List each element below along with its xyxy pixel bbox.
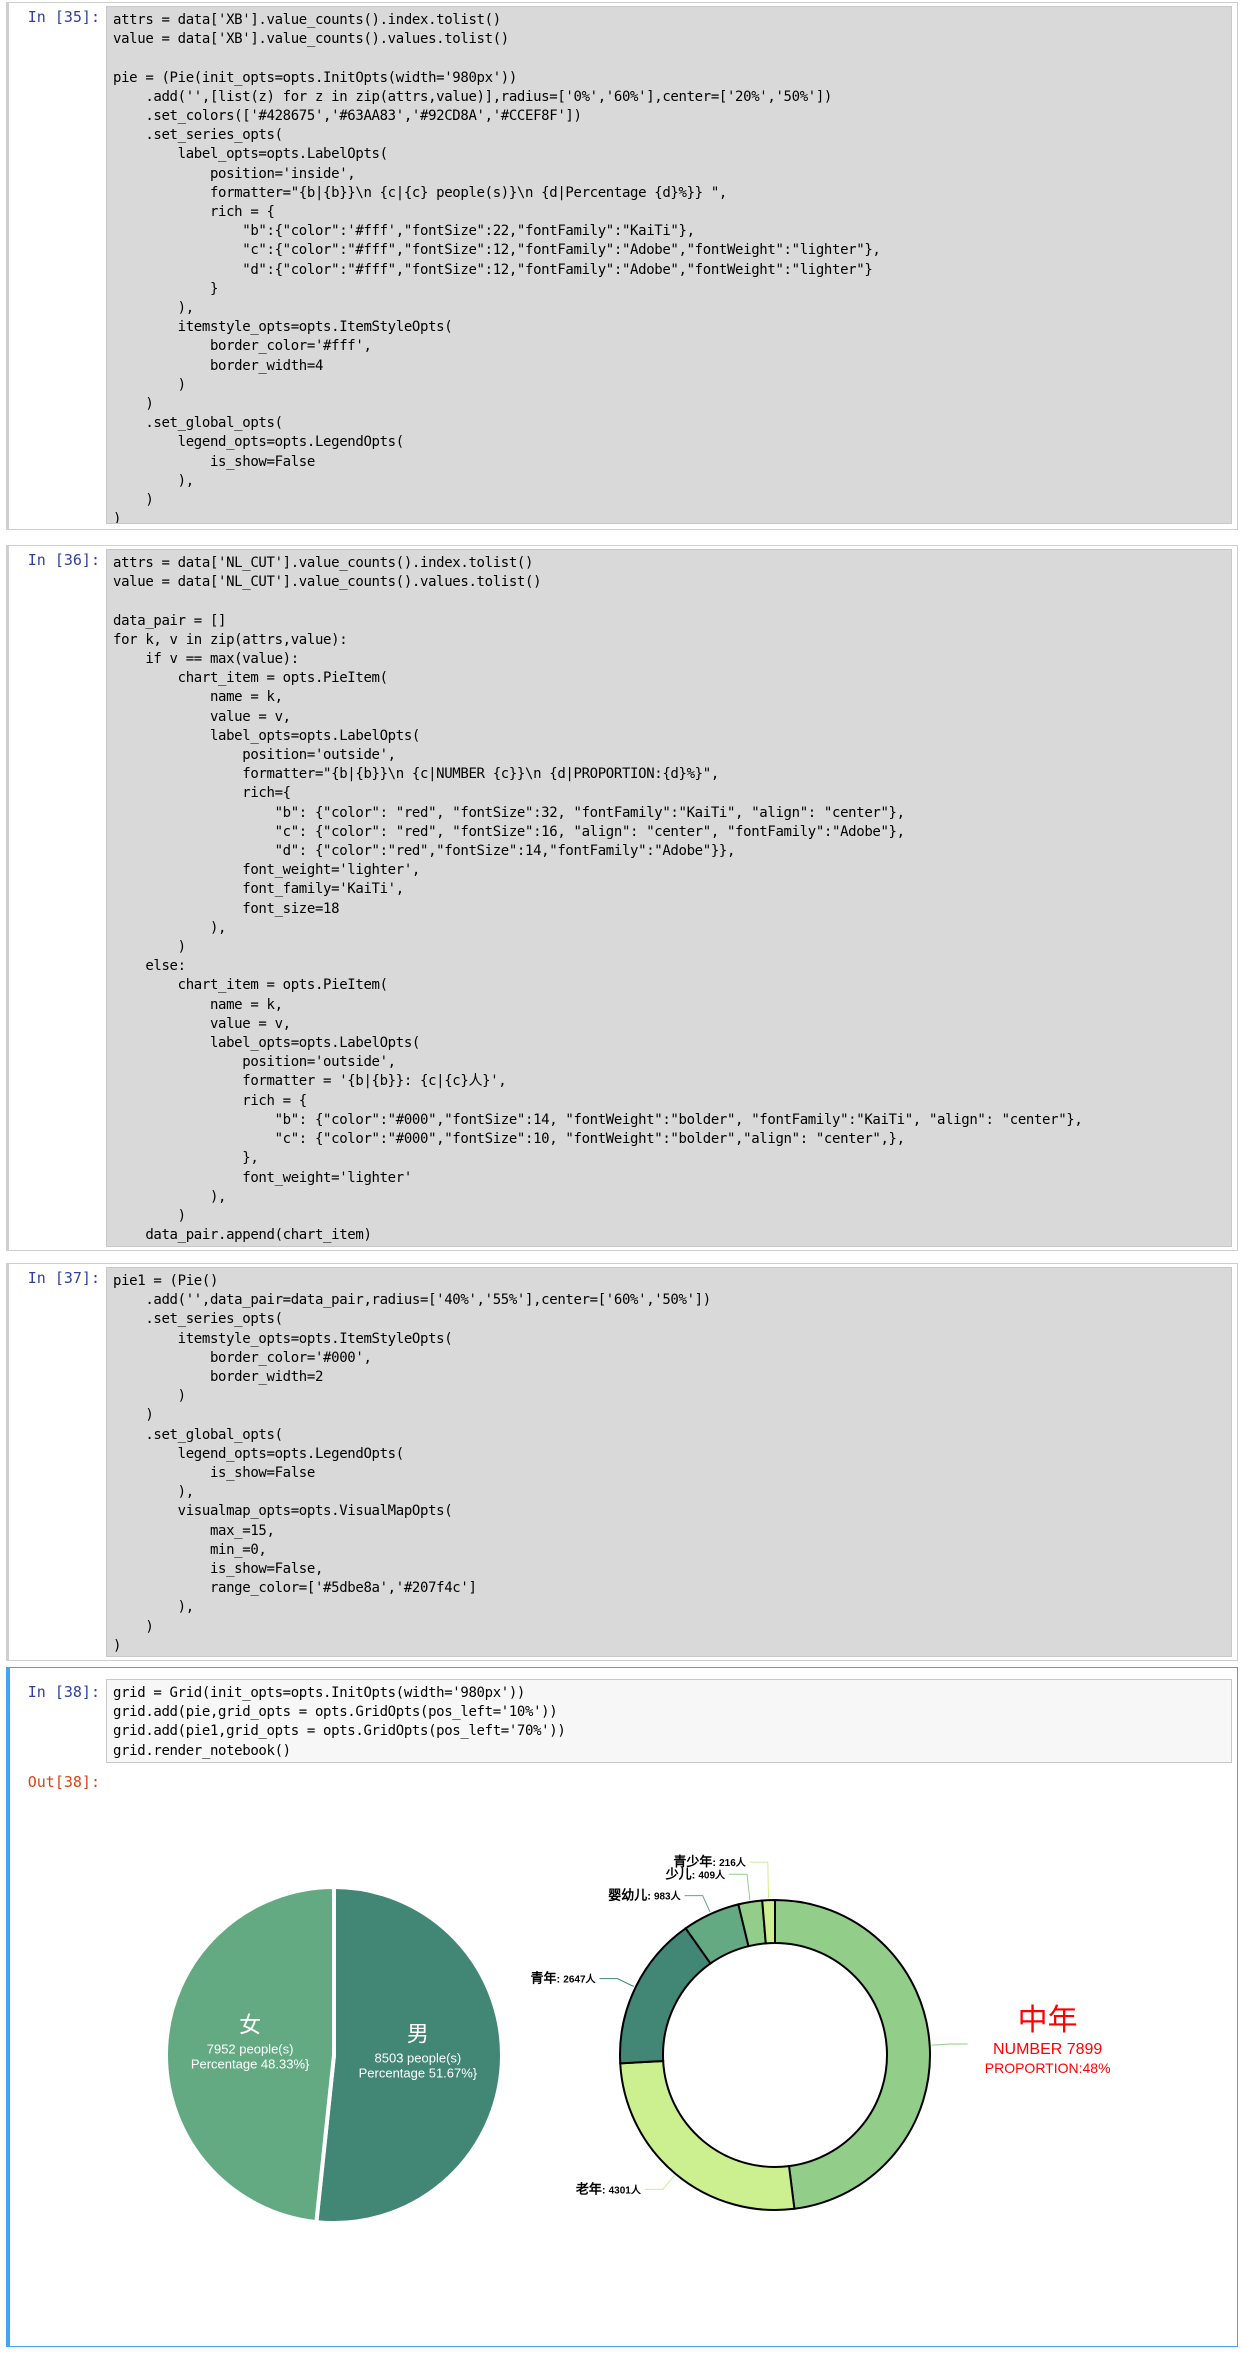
cell-37-code[interactable]: pie1 = (Pie() .add('',data_pair=data_pai…: [107, 1268, 1231, 1656]
cell-38-code-editor[interactable]: grid = Grid(init_opts=opts.InitOpts(widt…: [106, 1679, 1232, 1763]
cell-38-prompt: In [38]:: [27, 1683, 100, 1701]
age-slice-2: [619, 1926, 712, 2065]
cell-36-code-editor[interactable]: attrs = data['NL_CUT'].value_counts().in…: [106, 549, 1232, 1247]
age-label-line-2: [599, 1978, 634, 1987]
gender-slice-people-0: 8503 people(s): [375, 2050, 462, 2065]
cell-38-code[interactable]: grid = Grid(init_opts=opts.InitOpts(widt…: [107, 1680, 1231, 1762]
cell-37-prompt: In [37]:: [27, 1269, 100, 1287]
age-label-line-0: [931, 2043, 968, 2046]
gender-slice-name-0: 男: [407, 2021, 429, 2046]
cell-35-code-editor[interactable]: attrs = data['XB'].value_counts().index.…: [106, 6, 1232, 524]
age-label-2: 青年: 2647人: [531, 1971, 597, 1987]
cell-35-prompt: In [35]:: [27, 8, 100, 26]
age-label-3: 婴幼儿: 983人: [608, 1888, 681, 1904]
age-slice-1: [619, 2059, 796, 2211]
age-label-line-1: [644, 2175, 675, 2190]
gender-slice-name-1: 女: [239, 2013, 261, 2038]
chart-output: 男 8503 people(s)Percentage 51.67%} 女 7952 p…: [164, 1854, 1111, 2225]
age-label-line-4: [729, 1873, 751, 1901]
age-slice-0: [774, 1898, 931, 2210]
gender-slice-people-1: 7952 people(s): [207, 2042, 294, 2057]
cell-35-code[interactable]: attrs = data['XB'].value_counts().index.…: [107, 7, 1231, 523]
cell-36-code[interactable]: attrs = data['NL_CUT'].value_counts().in…: [107, 550, 1231, 1246]
gender-pie: 男 8503 people(s)Percentage 51.67%} 女 7952 p…: [164, 1884, 504, 2225]
gender-slice-percent-1: Percentage 48.33%}: [191, 2057, 310, 2072]
cell-37-code-editor[interactable]: pie1 = (Pie() .add('',data_pair=data_pai…: [106, 1267, 1232, 1657]
age-label-line-3: [684, 1895, 711, 1913]
cell-38-out-prompt: Out[38]:: [27, 1773, 100, 1791]
age-max-proportion: PROPORTION:48%: [985, 2060, 1111, 2076]
age-label-5: 青少年: 216人: [673, 1854, 746, 1870]
gender-slice-percent-0: Percentage 51.67%}: [359, 2065, 478, 2080]
age-label-1: 老年: 4301人: [575, 2181, 642, 2197]
cell-36-prompt: In [36]:: [27, 551, 100, 569]
age-max-name: 中年: [1018, 2004, 1078, 2037]
age-donut: 中年 NUMBER 7899 PROPORTION:48% 老年: 4301人 青年: …: [531, 1854, 1111, 2211]
age-max-number: NUMBER 7899: [993, 2041, 1102, 2058]
age-label-line-5: [749, 1861, 770, 1899]
